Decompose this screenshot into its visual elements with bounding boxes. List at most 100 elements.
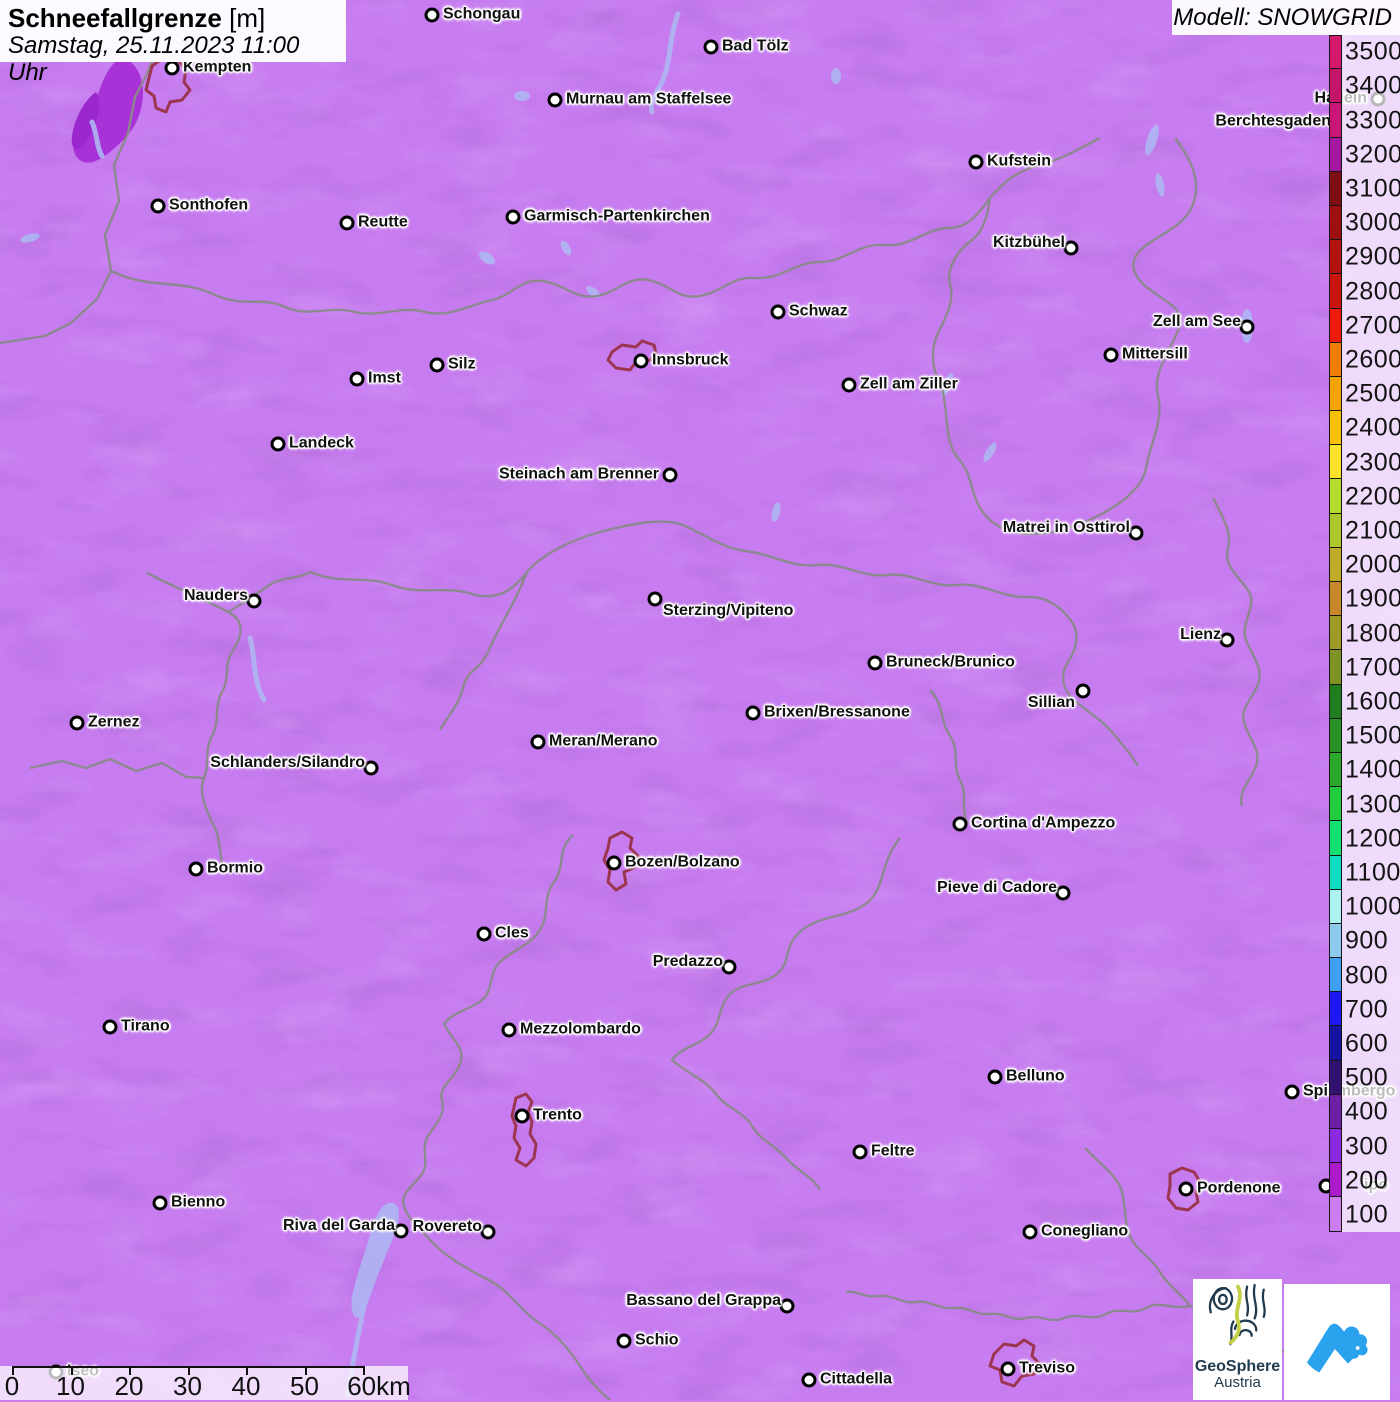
legend-cell-1800 — [1329, 616, 1342, 651]
legend-value-2900: 2900 — [1345, 242, 1400, 271]
city-label: Berchtesgaden — [1215, 112, 1331, 130]
legend-cell-2400 — [1329, 411, 1342, 446]
legend-value-300: 300 — [1345, 1132, 1389, 1160]
legend-cell-400 — [1329, 1094, 1342, 1129]
legend-value-400: 400 — [1345, 1097, 1389, 1126]
legend-value-2300: 2300 — [1345, 448, 1400, 476]
legend-cell-1000 — [1329, 889, 1342, 924]
legend-value-2800: 2800 — [1345, 277, 1400, 305]
scale-label-0: 0 — [4, 1371, 20, 1401]
scale-label-20: 20 — [114, 1371, 144, 1401]
city-label: Schio — [635, 1331, 679, 1349]
city-marker — [1239, 319, 1255, 335]
legend-value-200: 200 — [1345, 1166, 1389, 1195]
legend-value-1800: 1800 — [1345, 619, 1400, 647]
legend-cell-2700 — [1329, 308, 1342, 343]
city-marker — [349, 371, 365, 387]
scale-label-30: 30 — [173, 1371, 202, 1401]
legend-value-1700: 1700 — [1345, 653, 1400, 682]
legend-value-3200: 3200 — [1345, 140, 1400, 169]
city-marker — [1284, 1084, 1300, 1100]
city-label: Sterzing/Vipiteno — [663, 602, 794, 620]
legend-colorbar — [1329, 35, 1342, 1232]
legend-cell-1900 — [1329, 582, 1342, 617]
legend-value-100: 100 — [1345, 1200, 1389, 1229]
legend-cell-3500 — [1329, 35, 1342, 70]
city-label: Trento — [533, 1106, 582, 1124]
city-label: Nauders — [183, 586, 248, 604]
city-label: Bruneck/Brunico — [886, 653, 1015, 671]
geosphere-logo-subtext: Austria — [1214, 1374, 1261, 1391]
legend: 3500 3400 3300 3200 3100 3000 2900 2800 2700 2600… — [1329, 35, 1400, 1232]
legend-value-800: 800 — [1345, 961, 1389, 989]
scale-label-10: 10 — [56, 1371, 85, 1401]
city-marker — [246, 593, 262, 609]
legend-cell-700 — [1329, 992, 1342, 1027]
city-label: Sillian — [1027, 694, 1075, 712]
legend-value-3500: 3500 — [1345, 37, 1400, 66]
city-marker — [429, 357, 445, 373]
city-label: Brixen/Bressanone — [764, 703, 910, 721]
city-label: Cortina d'Ampezzo — [971, 814, 1116, 832]
legend-value-1900: 1900 — [1345, 584, 1400, 613]
city-marker — [745, 705, 761, 721]
city-marker — [770, 304, 786, 320]
legend-cell-3100 — [1329, 171, 1342, 206]
legend-cell-100 — [1329, 1197, 1342, 1232]
city-marker — [801, 1372, 817, 1388]
city-marker — [987, 1069, 1003, 1085]
title-box: Schneefallgrenze [m] Samstag, 25.11.2023… — [0, 0, 346, 86]
legend-cell-2200 — [1329, 479, 1342, 514]
city-marker — [1219, 632, 1235, 648]
legend-value-3400: 3400 — [1345, 71, 1400, 100]
legend-value-1500: 1500 — [1345, 721, 1400, 750]
city-label: Murnau am Staffelsee — [566, 90, 732, 108]
city-marker — [721, 959, 737, 975]
city-marker — [1075, 683, 1091, 699]
city-label: Kitzbühel — [993, 233, 1065, 251]
city-label: Bormio — [207, 859, 263, 877]
city-label: Matrei in Osttirol — [1002, 518, 1130, 536]
city-label: Cles — [495, 924, 529, 942]
city-label: Zell am Ziller — [860, 375, 958, 393]
legend-value-2500: 2500 — [1345, 379, 1400, 408]
city-label: Silz — [448, 355, 476, 373]
legend-cell-1600 — [1329, 684, 1342, 719]
city-label: Landeck — [289, 434, 354, 452]
city-marker — [952, 816, 968, 832]
city-marker — [1055, 885, 1071, 901]
legend-cell-900 — [1329, 923, 1342, 959]
legend-cell-1300 — [1329, 787, 1342, 822]
city-marker — [102, 1019, 118, 1035]
city-marker — [393, 1223, 409, 1239]
city-label: Bassano del Grappa — [626, 1291, 781, 1309]
city-label: Kufstein — [987, 152, 1051, 170]
legend-cell-1500 — [1329, 718, 1342, 753]
legend-cell-3400 — [1329, 69, 1342, 104]
legend-value-2100: 2100 — [1345, 516, 1400, 545]
city-label: Schongau — [443, 5, 521, 23]
map-title-unit: [m] — [229, 3, 266, 33]
city-marker — [1178, 1181, 1194, 1197]
legend-cell-2300 — [1329, 445, 1342, 480]
city-label: Garmisch-Partenkirchen — [524, 207, 710, 225]
city-label: Conegliano — [1041, 1222, 1129, 1240]
city-label: Reutte — [358, 213, 408, 231]
legend-cell-2000 — [1329, 547, 1342, 582]
city-marker — [363, 760, 379, 776]
city-marker — [616, 1333, 632, 1349]
legend-cell-2500 — [1329, 376, 1342, 412]
legend-value-2000: 2000 — [1345, 550, 1400, 579]
city-label: Lienz — [1180, 625, 1221, 643]
city-label: Feltre — [871, 1142, 915, 1160]
legend-value-2200: 2200 — [1345, 482, 1400, 511]
model-box: Modell: SNOWGRID — [1172, 0, 1400, 35]
city-marker — [152, 1195, 168, 1211]
city-marker — [703, 39, 719, 55]
geosphere-logo: GeoSphere Austria — [1193, 1279, 1282, 1400]
snowfall-limit-map: Schongau Bad Tölz Kempten Murnau am Staffel… — [0, 0, 1400, 1401]
legend-cell-500 — [1329, 1060, 1342, 1095]
map-title: Schneefallgrenze [m] — [8, 3, 266, 33]
city-marker — [69, 715, 85, 731]
legend-value-900: 900 — [1345, 926, 1389, 955]
